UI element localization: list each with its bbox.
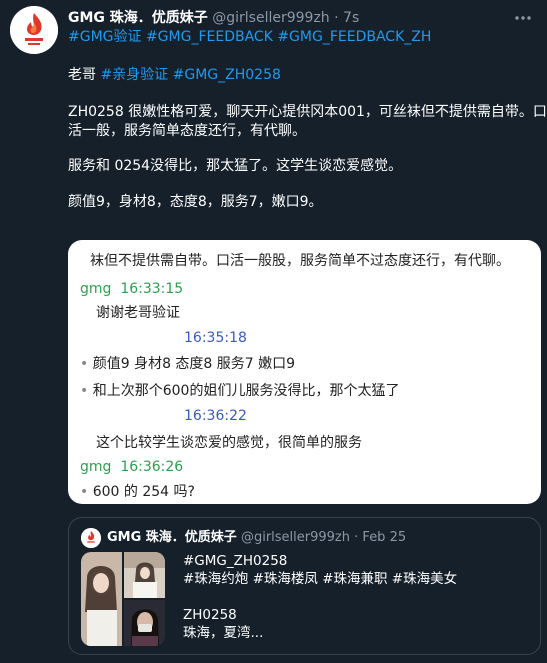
chat-time-3: 16:36:22 (184, 408, 247, 424)
chat-bullet: • (80, 484, 89, 500)
tweet-line-1: 老哥 #亲身验证 #GMG_ZH0258 (68, 66, 535, 84)
tweet-line-1-prefix: 老哥 (68, 67, 101, 83)
author-handle[interactable]: @girlseller999zh (212, 10, 329, 26)
quoted-author-name: GMG 珠海．优质妹子 (107, 530, 237, 545)
tweet-line-2: ZH0258 很嫩性格可爱，聊天开心提供冈本001，可丝袜但不提供需自带。口 (68, 104, 547, 120)
author-avatar[interactable] (10, 6, 58, 54)
media-thumbnail[interactable] (124, 600, 165, 646)
quoted-line-2: #珠海约炮 #珠海楼凤 #珠海兼职 #珠海美女 (183, 571, 458, 587)
author-name[interactable]: GMG 珠海．优质妹子 (68, 10, 208, 26)
chat-time-4: 16:36:26 (120, 459, 184, 475)
chat-sender-header-1: gmg 16:33:15 (80, 280, 183, 298)
chat-message-5-text: 600 的 254 吗? (92, 484, 195, 500)
media-thumbnail[interactable] (124, 552, 165, 598)
chat-message-1: 谢谢老哥验证 (96, 305, 180, 321)
gmg-logo-icon (10, 6, 58, 54)
chat-time-1: 16:33:15 (120, 281, 184, 297)
chat-message-5: • 600 的 254 吗? (80, 483, 195, 501)
quoted-author-handle: @girlseller999zh (240, 530, 350, 545)
chat-sender-1: gmg (80, 281, 112, 297)
tweet-line-3: 活一般，服务简单态度还行，有代聊。 (68, 123, 306, 139)
gmg-logo-icon (81, 528, 101, 548)
quoted-media-grid[interactable] (81, 552, 165, 646)
chat-sender-2: gmg (80, 459, 112, 475)
quoted-line-1: #GMG_ZH0258 (183, 553, 288, 569)
tweet-line-5: 颜值9，身材8，态度8，服务7，嫩口9。 (68, 194, 323, 210)
quoted-author-avatar[interactable] (81, 528, 101, 548)
chat-time-2: 16:35:18 (184, 330, 247, 346)
more-options-icon[interactable] (513, 10, 533, 26)
chat-message-2: • 颜值9 身材8 态度8 服务7 嫩口9 (80, 355, 295, 373)
media-thumbnail[interactable] (81, 552, 122, 646)
meta-separator: · (334, 10, 339, 26)
chat-line-1: 袜但不提供需自带。口活一般股，服务简单不过态度还行，有代聊。 (90, 253, 510, 269)
quoted-tweet-header: GMG 珠海．优质妹子 @girlseller999zh · Feb 25 (107, 529, 530, 547)
quoted-line-4: 珠海，夏湾... (183, 625, 264, 641)
quoted-date: Feb 25 (362, 530, 407, 545)
quoted-tweet[interactable]: GMG 珠海．优质妹子 @girlseller999zh · Feb 25 #G… (68, 517, 541, 655)
chat-bullet: • (80, 356, 89, 372)
chat-message-3-text: 和上次那个600的姐们儿服务没得比，那个太猛了 (92, 383, 400, 399)
tweet-line-4: 服务和 0254没得比，那太猛了。这学生谈恋爱感觉。 (68, 158, 403, 174)
chat-bullet: • (80, 383, 89, 399)
chat-screenshot-image[interactable]: 袜但不提供需自带。口活一般股，服务简单不过态度还行，有代聊。 gmg 16:33… (68, 240, 541, 504)
quoted-line-3: ZH0258 (183, 607, 237, 623)
tweet-hashtags[interactable]: #GMG验证 #GMG_FEEDBACK #GMG_FEEDBACK_ZH (68, 28, 535, 46)
tweet-header: GMG 珠海．优质妹子 @girlseller999zh · 7s (68, 9, 507, 27)
chat-message-2-text: 颜值9 身材8 态度8 服务7 嫩口9 (92, 356, 296, 372)
tweet-time[interactable]: 7s (343, 10, 359, 26)
chat-message-4: 这个比较学生谈恋爱的感觉，很简单的服务 (96, 435, 362, 451)
chat-sender-header-2: gmg 16:36:26 (80, 458, 183, 476)
chat-message-3: • 和上次那个600的姐们儿服务没得比，那个太猛了 (80, 382, 399, 400)
quoted-separator: · (354, 530, 359, 545)
tweet-line-1-tags[interactable]: #亲身验证 #GMG_ZH0258 (100, 67, 280, 83)
